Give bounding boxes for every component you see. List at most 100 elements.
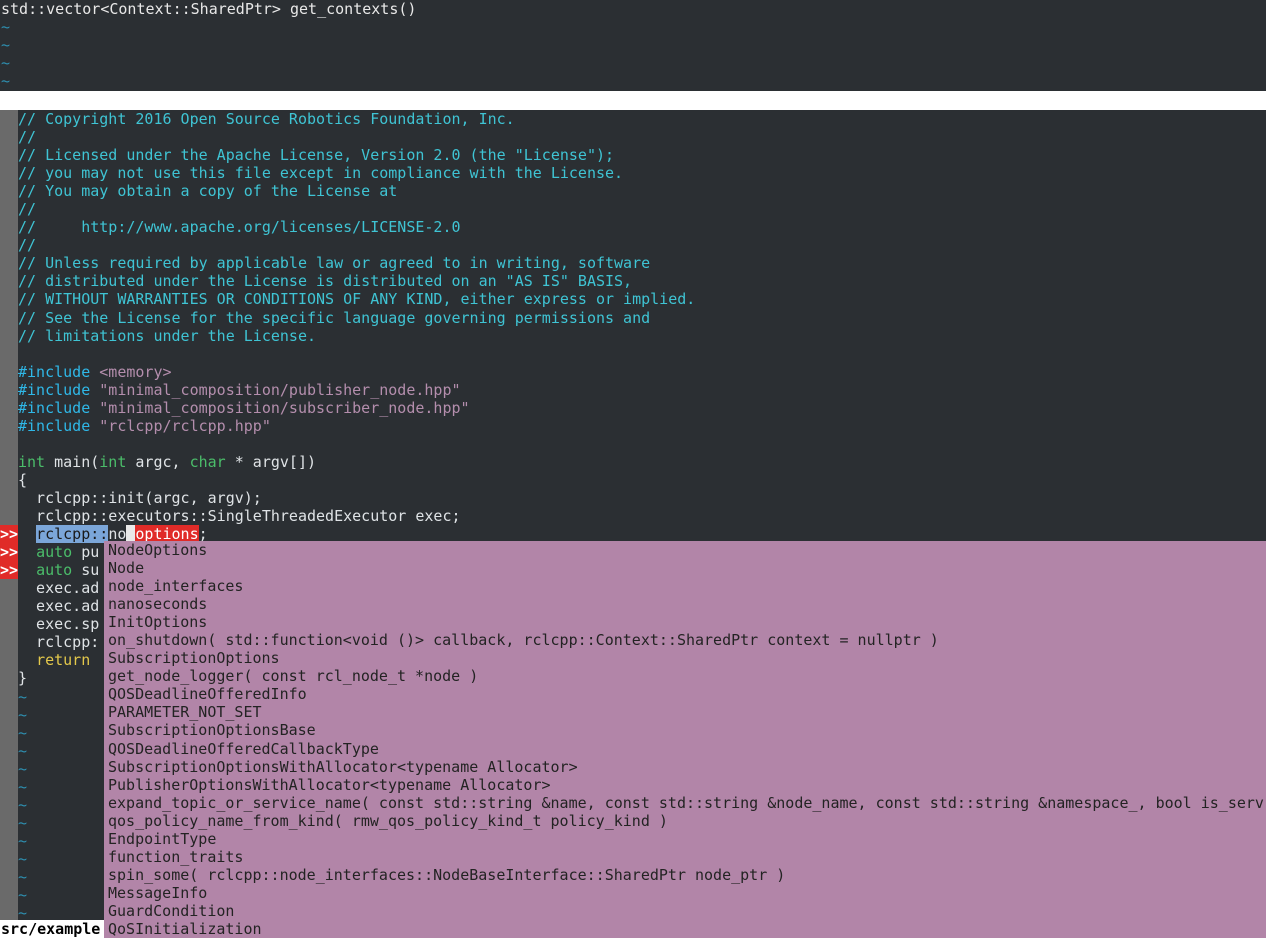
autocomplete-item[interactable]: get_node_logger( const rcl_node_t *node … — [104, 667, 1266, 685]
autocomplete-item[interactable]: nanoseconds — [104, 595, 1266, 613]
autocomplete-item[interactable]: node_interfaces — [104, 577, 1266, 595]
code-line[interactable]: int main(int argc, char * argv[]) — [0, 452, 1266, 471]
code-token: int — [99, 452, 127, 471]
sign-column-cell — [0, 723, 18, 742]
autocomplete-item[interactable]: SubscriptionOptions — [104, 649, 1266, 667]
code-line[interactable]: // WITHOUT WARRANTIES OR CONDITIONS OF A… — [0, 290, 1266, 309]
autocomplete-item[interactable]: PARAMETER_NOT_SET — [104, 703, 1266, 721]
autocomplete-item[interactable]: InitOptions — [104, 613, 1266, 631]
code-token: } — [18, 669, 28, 688]
code-token: ~ — [18, 777, 28, 796]
sign-column-cell — [0, 146, 18, 165]
preview-filler-line: ~ — [0, 36, 1266, 54]
code-token: // See the License for the specific lang… — [18, 308, 651, 327]
code-token: "minimal_composition/subscriber_node.hpp… — [99, 398, 470, 417]
autocomplete-item[interactable]: expand_topic_or_service_name( const std:… — [104, 794, 1266, 812]
sign-column-cell — [0, 831, 18, 850]
sign-column-cell — [0, 164, 18, 183]
code-line[interactable]: // Licensed under the Apache License, Ve… — [0, 146, 1266, 165]
autocomplete-popup-menu[interactable]: NodeOptions Node node_interfaces nanosecond… — [104, 541, 1266, 938]
error-sign-icon[interactable]: >> — [0, 525, 18, 544]
sign-column-cell — [0, 849, 18, 868]
code-line[interactable]: // you may not use this file except in c… — [0, 164, 1266, 183]
code-token: // Licensed under the Apache License, Ve… — [18, 146, 615, 165]
error-sign-icon[interactable]: >> — [0, 561, 18, 580]
autocomplete-item[interactable]: qos_policy_name_from_kind( rmw_qos_polic… — [104, 812, 1266, 830]
code-token: return — [36, 651, 91, 670]
code-line[interactable]: // http://www.apache.org/licenses/LICENS… — [0, 218, 1266, 237]
autocomplete-item[interactable]: EndpointType — [104, 830, 1266, 848]
sign-column-cell — [0, 597, 18, 616]
autocomplete-item[interactable]: NodeOptions — [104, 541, 1266, 559]
autocomplete-item[interactable]: function_traits — [104, 848, 1266, 866]
code-line[interactable]: // — [0, 200, 1266, 219]
code-line[interactable]: // — [0, 128, 1266, 147]
autocomplete-item[interactable]: MessageInfo — [104, 884, 1266, 902]
code-token: #include — [18, 362, 100, 381]
preview-window[interactable]: std::vector<Context::SharedPtr> get_cont… — [0, 0, 1266, 91]
autocomplete-popup-overflow-row[interactable]: QoSInitialization — [104, 920, 1266, 938]
code-line[interactable]: #include "minimal_composition/publisher_… — [0, 380, 1266, 399]
code-line[interactable]: // You may obtain a copy of the License … — [0, 182, 1266, 201]
sign-column-cell — [0, 272, 18, 291]
code-line[interactable]: #include "minimal_composition/subscriber… — [0, 398, 1266, 417]
code-token: char — [189, 452, 226, 471]
code-line[interactable] — [0, 344, 1266, 363]
sign-column-cell — [0, 416, 18, 435]
preview-filler-line: ~ — [0, 18, 1266, 36]
code-token: rclcpp::executors::SingleThreadedExecuto… — [18, 507, 461, 526]
autocomplete-item[interactable]: QOSDeadlineOfferedInfo — [104, 685, 1266, 703]
code-line[interactable]: rclcpp::init(argc, argv); — [0, 488, 1266, 508]
code-line[interactable]: // distributed under the License is dist… — [0, 272, 1266, 291]
autocomplete-item[interactable]: GuardCondition — [104, 902, 1266, 920]
sign-column-cell — [0, 434, 18, 453]
code-token: exec.sp — [18, 615, 100, 634]
sign-column-cell — [0, 128, 18, 147]
code-line[interactable]: // — [0, 236, 1266, 255]
autocomplete-item[interactable]: QOSDeadlineOfferedCallbackType — [104, 740, 1266, 758]
autocomplete-item[interactable]: Node — [104, 559, 1266, 577]
code-token: // Copyright 2016 Open Source Robotics F… — [18, 110, 515, 128]
code-token: pu — [72, 543, 100, 562]
autocomplete-item[interactable]: QoSInitialization — [104, 920, 1266, 938]
code-token: #include — [18, 380, 100, 399]
code-line[interactable]: // See the License for the specific lang… — [0, 308, 1266, 327]
tilde-icon: ~ — [1, 36, 11, 55]
code-token: "minimal_composition/publisher_node.hpp" — [99, 380, 461, 399]
autocomplete-item[interactable]: spin_some( rclcpp::node_interfaces::Node… — [104, 866, 1266, 884]
sign-column-cell — [0, 615, 18, 634]
code-token: #include — [18, 416, 100, 435]
autocomplete-item[interactable]: SubscriptionOptionsWithAllocator<typenam… — [104, 758, 1266, 776]
code-token: exec.ad — [18, 597, 100, 616]
autocomplete-item[interactable]: on_shutdown( std::function<void ()> call… — [104, 631, 1266, 649]
code-line[interactable]: #include <memory> — [0, 362, 1266, 381]
sign-column-cell — [0, 705, 18, 724]
code-token: // — [18, 236, 37, 255]
code-line[interactable]: // Copyright 2016 Open Source Robotics F… — [0, 110, 1266, 129]
autocomplete-item[interactable]: PublisherOptionsWithAllocator<typename A… — [104, 776, 1266, 794]
sign-column-cell — [0, 886, 18, 905]
error-sign-icon[interactable]: >> — [0, 543, 18, 562]
code-token: "rclcpp/rclcpp.hpp" — [99, 416, 271, 435]
sign-column-cell — [0, 813, 18, 832]
code-line[interactable] — [0, 434, 1266, 453]
code-token: #include — [18, 398, 100, 417]
code-line[interactable]: // limitations under the License. — [0, 326, 1266, 345]
tilde-icon: ~ — [1, 54, 11, 73]
code-token: ~ — [18, 813, 28, 832]
sign-column-cell — [0, 488, 18, 508]
code-token: // — [18, 200, 37, 219]
sign-column-cell — [0, 651, 18, 670]
code-line[interactable]: #include "rclcpp/rclcpp.hpp" — [0, 416, 1266, 435]
code-token: ~ — [18, 886, 28, 905]
code-token: ~ — [18, 741, 28, 760]
code-line[interactable]: { — [0, 470, 1266, 489]
sign-column-cell — [0, 218, 18, 237]
code-token: argc, — [126, 452, 190, 471]
autocomplete-item[interactable]: SubscriptionOptionsBase — [104, 721, 1266, 739]
code-line[interactable]: rclcpp::executors::SingleThreadedExecuto… — [0, 507, 1266, 526]
code-line[interactable]: // Unless required by applicable law or … — [0, 254, 1266, 273]
